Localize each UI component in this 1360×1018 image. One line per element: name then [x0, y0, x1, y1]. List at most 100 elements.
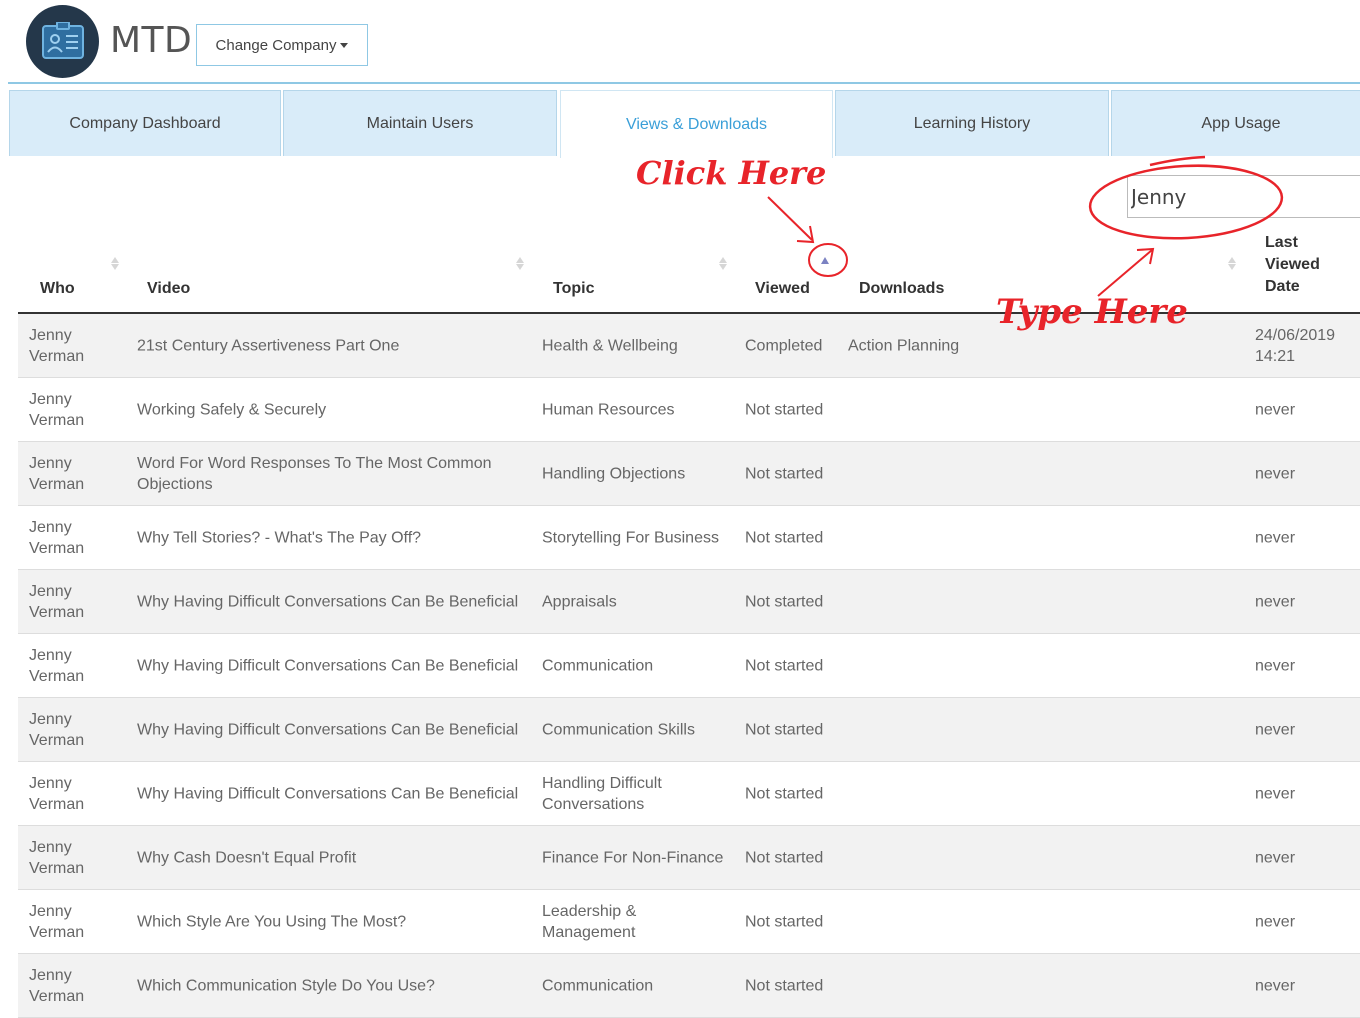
- who-first-name: Jenny: [29, 774, 72, 792]
- tab-views-downloads[interactable]: Views & Downloads: [560, 90, 833, 158]
- cell-topic: Handling Difficult Conversations: [542, 774, 662, 813]
- cell-viewed: Not started: [745, 401, 824, 418]
- table-body: Jenny Verman 21st Century Assertiveness Pa…: [18, 314, 1360, 1018]
- id-card-icon: [41, 21, 84, 59]
- header-line: Viewed: [1265, 256, 1320, 273]
- who-first-name: Jenny: [29, 390, 72, 408]
- cell-topic: Handling Objections: [542, 465, 686, 482]
- type-here-annotation: Type Here: [996, 292, 1188, 332]
- date-value: never: [1255, 529, 1296, 546]
- click-here-annotation: Click Here: [636, 154, 827, 192]
- cell-last-viewed-date: never: [1255, 783, 1355, 804]
- cell-viewed: Not started: [745, 913, 824, 930]
- views-downloads-table: Who Video Topic Viewed Downloads Last Vi…: [18, 230, 1360, 1018]
- cell-who: Jenny Verman: [29, 901, 109, 943]
- cell-video: Which Style Are You Using The Most?: [137, 913, 407, 930]
- tab-app-usage[interactable]: App Usage: [1111, 90, 1360, 156]
- date-value: never: [1255, 785, 1296, 802]
- who-last-name: Verman: [29, 411, 85, 429]
- who-last-name: Verman: [29, 539, 85, 557]
- cell-last-viewed-date: never: [1255, 911, 1355, 932]
- cell-topic: Communication: [542, 657, 654, 674]
- change-company-label: Change Company: [215, 36, 337, 54]
- who-first-name: Jenny: [29, 902, 72, 920]
- tab-label: Learning History: [913, 114, 1031, 132]
- who-last-name: Verman: [29, 731, 85, 749]
- cell-who: Jenny Verman: [29, 389, 109, 431]
- who-first-name: Jenny: [29, 582, 72, 600]
- tab-label: Company Dashboard: [69, 114, 221, 132]
- cell-video: Which Communication Style Do You Use?: [137, 977, 435, 994]
- cell-video: Why Having Difficult Conversations Can B…: [137, 721, 519, 738]
- column-header-video[interactable]: Video: [147, 280, 190, 298]
- table-row: Jenny Verman Why Cash Doesn't Equal Profit…: [18, 826, 1360, 890]
- search-input[interactable]: [1127, 175, 1360, 218]
- table-row: Jenny Verman Why Having Difficult Conversa…: [18, 634, 1360, 698]
- cell-topic: Human Resources: [542, 401, 675, 418]
- sort-who-icon[interactable]: [110, 256, 120, 274]
- cell-viewed: Not started: [745, 593, 824, 610]
- header-divider: [8, 82, 1360, 84]
- cell-who: Jenny Verman: [29, 325, 109, 367]
- sort-topic-icon[interactable]: [718, 256, 728, 274]
- who-last-name: Verman: [29, 347, 85, 365]
- cell-video: Why Having Difficult Conversations Can B…: [137, 593, 519, 610]
- column-header-viewed[interactable]: Viewed: [755, 280, 810, 298]
- tab-label: Maintain Users: [366, 114, 474, 132]
- search-highlight-tail: [1149, 155, 1206, 167]
- sort-video-icon[interactable]: [515, 256, 525, 274]
- date-value: never: [1255, 849, 1296, 866]
- cell-last-viewed-date: never: [1255, 463, 1355, 484]
- cell-who: Jenny Verman: [29, 709, 109, 751]
- cell-topic: Communication Skills: [542, 721, 695, 738]
- cell-who: Jenny Verman: [29, 773, 109, 815]
- cell-last-viewed-date: never: [1255, 847, 1355, 868]
- who-first-name: Jenny: [29, 966, 72, 984]
- who-first-name: Jenny: [29, 838, 72, 856]
- app-title: MTD: [110, 20, 193, 61]
- cell-last-viewed-date: never: [1255, 591, 1355, 612]
- column-header-last-viewed-date[interactable]: Last Viewed Date: [1265, 232, 1320, 298]
- who-last-name: Verman: [29, 475, 85, 493]
- cell-topic: Health & Wellbeing: [542, 337, 678, 354]
- column-header-who[interactable]: Who: [40, 280, 75, 298]
- column-header-downloads[interactable]: Downloads: [859, 280, 944, 298]
- column-header-topic[interactable]: Topic: [553, 280, 594, 298]
- date-value: 24/06/2019: [1255, 326, 1336, 344]
- cell-who: Jenny Verman: [29, 965, 109, 1007]
- cell-viewed: Not started: [745, 465, 824, 482]
- cell-topic: Storytelling For Business: [542, 529, 719, 546]
- cell-viewed: Not started: [745, 785, 824, 802]
- who-first-name: Jenny: [29, 454, 72, 472]
- cell-viewed: Not started: [745, 657, 824, 674]
- who-first-name: Jenny: [29, 710, 72, 728]
- cell-last-viewed-date: 24/06/2019 14:21: [1255, 325, 1355, 367]
- cell-video: Working Safely & Securely: [137, 401, 327, 418]
- change-company-button[interactable]: Change Company: [196, 24, 368, 66]
- cell-last-viewed-date: never: [1255, 975, 1355, 996]
- who-first-name: Jenny: [29, 326, 72, 344]
- sort-date-icon[interactable]: [1227, 256, 1237, 274]
- table-row: Jenny Verman Why Having Difficult Conversa…: [18, 570, 1360, 634]
- date-value: never: [1255, 913, 1296, 930]
- table-row: Jenny Verman Why Having Difficult Conversa…: [18, 762, 1360, 826]
- cell-viewed: Not started: [745, 977, 824, 994]
- who-last-name: Verman: [29, 603, 85, 621]
- date-value: never: [1255, 657, 1296, 674]
- tab-learning-history[interactable]: Learning History: [835, 90, 1109, 156]
- cell-viewed: Completed: [745, 337, 823, 354]
- cell-video: Why Tell Stories? - What's The Pay Off?: [137, 529, 422, 546]
- cell-downloads[interactable]: Action Planning: [848, 335, 1048, 356]
- sort-ascending-icon[interactable]: [821, 257, 829, 264]
- tab-label: App Usage: [1201, 114, 1281, 132]
- company-logo[interactable]: [26, 5, 99, 78]
- cell-last-viewed-date: never: [1255, 655, 1355, 676]
- date-value: never: [1255, 401, 1296, 418]
- tab-maintain-users[interactable]: Maintain Users: [283, 90, 557, 156]
- cell-viewed: Not started: [745, 721, 824, 738]
- tab-bar: Company Dashboard Maintain Users Views &…: [9, 90, 1360, 158]
- cell-video: Why Having Difficult Conversations Can B…: [137, 657, 519, 674]
- tab-company-dashboard[interactable]: Company Dashboard: [9, 90, 281, 156]
- date-value: never: [1255, 465, 1296, 482]
- cell-who: Jenny Verman: [29, 581, 109, 623]
